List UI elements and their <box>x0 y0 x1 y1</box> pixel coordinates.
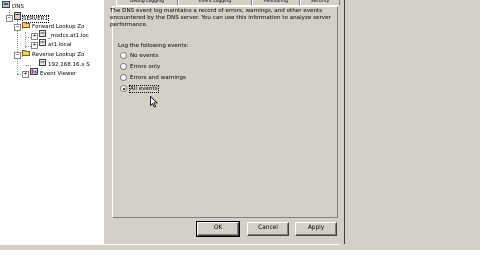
tree-item-label: Event Viewer <box>40 71 77 77</box>
radio-label: All events <box>129 85 159 93</box>
event-viewer-icon <box>30 68 38 79</box>
collapse-toggle[interactable]: − <box>14 52 21 59</box>
bottom-strip <box>0 250 480 270</box>
radio-circle-icon <box>120 52 127 59</box>
collapse-toggle[interactable]: − <box>14 24 21 31</box>
tree-item-at1-local[interactable]: at1.local <box>39 39 72 48</box>
radio-errors-only[interactable]: Errors only <box>120 63 160 72</box>
event-log-description: The DNS event log maintains a record of … <box>110 8 331 28</box>
server-properties-dialog: Debug Logging Event Logging Monitoring S… <box>103 0 345 244</box>
tree-item-dns[interactable]: DNS <box>2 1 24 10</box>
collapse-toggle[interactable]: − <box>6 15 13 22</box>
dns-icon <box>2 1 10 12</box>
tree-item-reverse-zone[interactable]: 192.168.16.x S <box>39 59 90 68</box>
radio-circle-icon <box>120 74 127 81</box>
radio-no-events[interactable]: No events <box>120 52 158 61</box>
ok-button[interactable]: OK <box>196 221 240 237</box>
radio-selected-icon <box>120 85 127 92</box>
server-icon <box>14 12 21 24</box>
expand-toggle[interactable]: + <box>31 42 38 49</box>
tree-item-label: DNS <box>12 4 24 10</box>
mouse-pointer-icon <box>150 96 158 108</box>
console-tree: DNS − SERVER1 − Forward Lookup Zo + _msd… <box>0 0 110 250</box>
apply-button[interactable]: Apply <box>295 222 337 236</box>
tree-item-msdcs[interactable]: _msdcs.at1.loc <box>39 30 89 39</box>
radio-circle-icon <box>120 63 127 70</box>
radio-errors-and-warnings[interactable]: Errors and warnings <box>120 74 186 83</box>
tree-item-reverse-lookup[interactable]: Reverse Lookup Zo <box>22 49 84 58</box>
screen: DNS − SERVER1 − Forward Lookup Zo + _msd… <box>0 0 480 270</box>
radio-label: Errors and warnings <box>130 75 186 81</box>
tree-item-forward-lookup[interactable]: Forward Lookup Zo <box>22 21 84 30</box>
radio-label: No events <box>130 53 159 59</box>
radio-all-events[interactable]: All events <box>120 85 159 94</box>
folder-icon <box>22 21 30 32</box>
tree-item-label: at1.local <box>48 42 72 48</box>
tree-item-label: Reverse Lookup Zo <box>32 52 85 58</box>
tree-item-server1[interactable]: SERVER1 <box>14 12 50 24</box>
expand-toggle[interactable]: + <box>31 33 38 40</box>
folder-icon <box>22 49 30 60</box>
event-logging-panel <box>112 6 338 218</box>
radio-label: Errors only <box>130 64 161 70</box>
tree-item-event-viewer[interactable]: Event Viewer <box>30 68 76 77</box>
log-events-label: Log the following events: <box>118 43 189 49</box>
expand-toggle[interactable]: + <box>22 71 29 78</box>
cancel-button[interactable]: Cancel <box>247 222 289 236</box>
